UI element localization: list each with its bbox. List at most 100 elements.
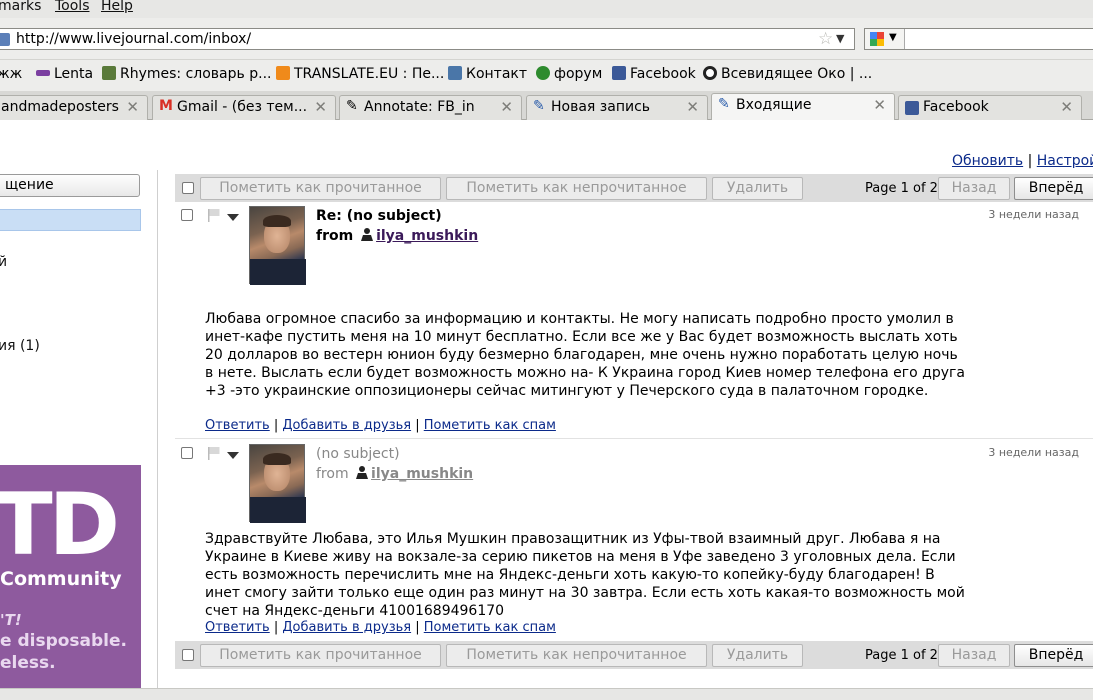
from-label: from — [316, 466, 349, 482]
facebook-icon — [905, 101, 919, 115]
lj-user-icon[interactable] — [355, 465, 370, 480]
message-from: from ilya_mushkin — [316, 227, 478, 244]
tab-label: Gmail - (без тем... — [177, 99, 308, 115]
search-bar[interactable]: ▼ — [864, 28, 1093, 50]
eye-icon — [703, 66, 717, 80]
lenta-icon — [36, 70, 50, 76]
add-friend-link[interactable]: Добавить в друзья — [282, 418, 411, 433]
message-separator — [175, 438, 1093, 439]
sender-username-link[interactable]: ilya_mushkin — [376, 228, 478, 244]
message-subject[interactable]: (no subject) — [316, 446, 400, 462]
inbox-toolbar-bottom: Пометить как прочитанное Пометить как не… — [175, 641, 1093, 669]
tab-label: Annotate: FB_in — [364, 99, 475, 115]
delete-button[interactable]: Удалить — [712, 644, 803, 667]
message-menu-caret-icon[interactable] — [227, 452, 239, 459]
tab-label: Новая запись — [551, 99, 651, 115]
close-tab-icon[interactable]: ✕ — [126, 98, 139, 116]
bookmark-vsevidyashee-oko[interactable]: Всевидящее Око | ... — [703, 66, 872, 82]
close-tab-icon[interactable]: ✕ — [314, 98, 327, 116]
sidebar-divider — [157, 170, 158, 688]
bookmark-star-icon[interactable]: ☆ — [818, 29, 833, 49]
mark-spam-link[interactable]: Пометить как спам — [424, 620, 556, 635]
bookmark-forum[interactable]: форум — [536, 66, 602, 82]
message-checkbox[interactable] — [181, 447, 193, 459]
site-favicon-icon — [0, 33, 10, 46]
sidebar-item-folder[interactable]: ия (1) — [0, 338, 40, 354]
prev-page-button[interactable]: Назад — [938, 177, 1010, 200]
refresh-link[interactable]: Обновить — [952, 153, 1023, 169]
close-tab-icon[interactable]: ✕ — [1060, 98, 1073, 116]
bookmark-label: Всевидящее Око | ... — [721, 66, 873, 82]
url-history-dropdown-icon[interactable]: ▼ — [836, 32, 844, 45]
reply-link[interactable]: Ответить — [205, 620, 270, 635]
message-subject[interactable]: Re: (no subject) — [316, 208, 442, 224]
mark-unread-button[interactable]: Пометить как непрочитанное — [446, 177, 707, 200]
message-from: from ilya_mushkin — [316, 465, 473, 482]
tab-label: andmadeposters — [1, 99, 119, 115]
sender-username-link[interactable]: ilya_mushkin — [371, 466, 473, 482]
select-all-checkbox[interactable] — [182, 182, 194, 194]
compose-message-button[interactable]: щение — [0, 174, 140, 197]
mark-unread-button[interactable]: Пометить как непрочитанное — [446, 644, 707, 667]
add-friend-link[interactable]: Добавить в друзья — [282, 620, 411, 635]
select-all-checkbox[interactable] — [182, 649, 194, 661]
facebook-icon — [612, 66, 626, 80]
bookmarks-toolbar: жж Lenta Rhymes: словарь р... TRANSLATE.… — [0, 60, 1093, 91]
search-engine-dropdown-icon: ▼ — [889, 32, 897, 43]
bookmark-lenta[interactable]: Lenta — [36, 66, 93, 82]
delete-button[interactable]: Удалить — [712, 177, 803, 200]
flag-icon[interactable] — [207, 446, 221, 460]
settings-link[interactable]: Настройк — [1037, 153, 1093, 169]
next-page-button[interactable]: Вперёд — [1014, 644, 1093, 667]
reply-link[interactable]: Ответить — [205, 418, 270, 433]
prev-page-button[interactable]: Назад — [938, 644, 1010, 667]
url-text[interactable]: http://www.livejournal.com/inbox/ — [16, 31, 251, 47]
sidebar-item-selected[interactable] — [0, 209, 141, 231]
message-menu-caret-icon[interactable] — [227, 214, 239, 221]
google-icon — [870, 32, 884, 46]
close-tab-icon[interactable]: ✕ — [686, 98, 699, 116]
close-tab-icon[interactable]: ✕ — [500, 98, 513, 116]
message-row[interactable]: (no subject) from ilya_mushkin 3 недели … — [175, 440, 1093, 640]
bookmark-label: Rhymes: словарь р... — [120, 66, 272, 82]
tab-handmadeposters[interactable]: andmadeposters ✕ — [0, 95, 148, 120]
inbox-top-links: Обновить | Настройк — [952, 153, 1093, 169]
url-bar[interactable]: http://www.livejournal.com/inbox/ ☆ ▼ — [0, 28, 855, 50]
message-row[interactable]: Re: (no subject) from ilya_mushkin 3 нед… — [175, 202, 1093, 438]
bookmark-rhymes[interactable]: Rhymes: словарь р... — [102, 66, 271, 82]
close-tab-icon[interactable]: ✕ — [873, 96, 886, 114]
sidebar-item-folder[interactable]: й — [0, 254, 7, 270]
pen-icon: ✎ — [346, 98, 358, 114]
tab-facebook[interactable]: Facebook ✕ — [898, 95, 1082, 120]
mark-read-button[interactable]: Пометить как прочитанное — [200, 644, 441, 667]
menu-help[interactable]: Help — [101, 0, 133, 14]
menu-help-label: Help — [101, 0, 133, 14]
next-page-button[interactable]: Вперёд — [1014, 177, 1093, 200]
mark-spam-link[interactable]: Пометить как спам — [424, 418, 556, 433]
community-promo-banner[interactable]: TD Community 'T! e disposable. eless. — [0, 465, 141, 688]
bookmark-vkontakte[interactable]: Контакт — [448, 66, 527, 82]
message-checkbox[interactable] — [181, 209, 193, 221]
lj-user-icon[interactable] — [360, 227, 375, 242]
search-engine-selector[interactable]: ▼ — [865, 29, 905, 49]
sender-avatar[interactable] — [249, 206, 306, 285]
mark-read-button[interactable]: Пометить как прочитанное — [200, 177, 441, 200]
menu-tools-label: Tools — [55, 0, 90, 14]
bookmark-zhzh[interactable]: жж — [0, 66, 22, 82]
tab-gmail[interactable]: M Gmail - (без тем... ✕ — [152, 95, 336, 120]
tab-label: Входящие — [736, 97, 812, 113]
forum-icon — [536, 66, 550, 80]
bookmark-facebook[interactable]: Facebook — [612, 66, 696, 82]
tab-new-entry[interactable]: ✎ Новая запись ✕ — [526, 95, 708, 120]
flag-icon[interactable] — [207, 208, 221, 222]
bookmark-label: Lenta — [54, 66, 94, 82]
menu-tools[interactable]: Tools — [55, 0, 90, 14]
rhymes-icon — [102, 66, 116, 80]
tab-inbox[interactable]: ✎ Входящие ✕ — [711, 93, 895, 121]
vk-icon — [448, 66, 462, 80]
tab-annotate[interactable]: ✎ Annotate: FB_in ✕ — [339, 95, 522, 120]
bookmark-translate[interactable]: TRANSLATE.EU : Пе... — [276, 66, 444, 82]
menu-bookmarks[interactable]: marks — [0, 0, 41, 14]
sender-avatar[interactable] — [249, 444, 306, 523]
gmail-icon: M — [159, 98, 173, 114]
